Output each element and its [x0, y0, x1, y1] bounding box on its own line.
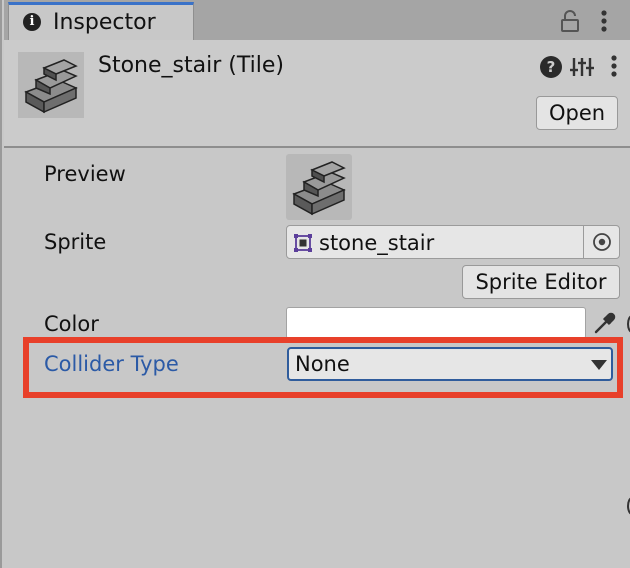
tab-label: Inspector: [53, 10, 156, 35]
sprite-icon: [294, 234, 312, 252]
asset-header: Stone_stair (Tile) ? Open: [4, 40, 630, 148]
menu-dots-icon[interactable]: [600, 9, 608, 33]
sprite-label: Sprite: [44, 230, 107, 254]
sprite-value: stone_stair: [319, 231, 435, 255]
eyedropper-icon[interactable]: [592, 310, 618, 336]
collider-type-label: Collider Type: [44, 352, 179, 376]
sprite-field[interactable]: stone_stair: [286, 225, 620, 259]
color-label: Color: [44, 312, 99, 336]
object-picker-button[interactable]: [583, 226, 619, 258]
lock-icon[interactable]: [560, 10, 580, 32]
edge-mark: [627, 497, 630, 515]
tile-thumbnail: [18, 52, 84, 118]
sprite-editor-button[interactable]: Sprite Editor: [462, 265, 620, 299]
asset-title: Stone_stair (Tile): [98, 53, 284, 78]
inspector-window: i Inspector Stone_stair (Tile) ? Open Pr…: [0, 0, 630, 568]
color-swatch[interactable]: [286, 307, 586, 339]
sliders-icon[interactable]: [570, 55, 594, 79]
menu-dots-icon[interactable]: [610, 54, 618, 78]
edge-mark: [627, 315, 630, 333]
chevron-down-icon: [591, 360, 607, 370]
help-icon[interactable]: ?: [540, 56, 562, 78]
collider-type-value: None: [295, 352, 350, 376]
tab-bar: i Inspector: [4, 0, 630, 40]
target-icon: [593, 233, 611, 251]
tab-inspector[interactable]: i Inspector: [8, 2, 194, 40]
tile-preview: [286, 154, 352, 220]
collider-type-dropdown[interactable]: None: [287, 347, 613, 381]
open-button[interactable]: Open: [536, 96, 618, 130]
preview-label: Preview: [44, 162, 126, 186]
info-icon: i: [23, 13, 41, 31]
